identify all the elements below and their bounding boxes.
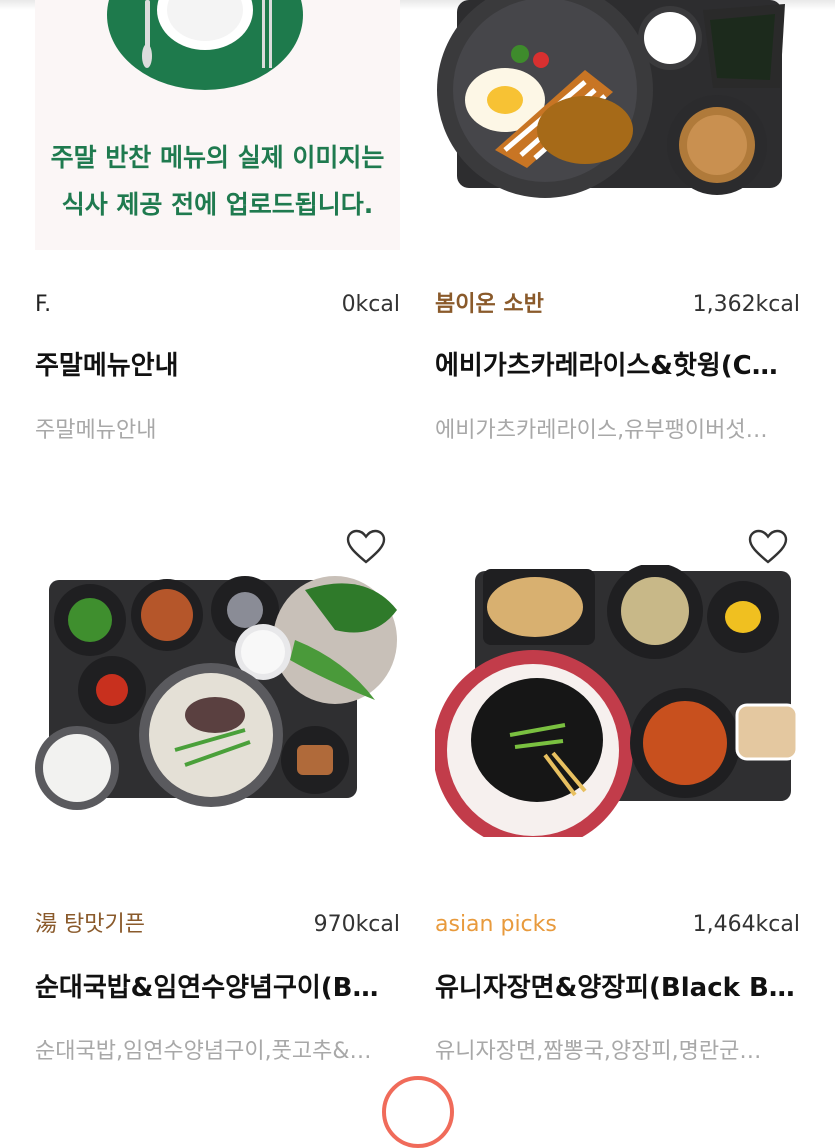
kcal-label: 1,362kcal [692, 292, 800, 317]
menu-description: 에비가츠카레라이스,유부팽이버섯… [435, 418, 768, 443]
menu-title[interactable]: 에비가츠카레라이스&핫윙(C… [435, 345, 800, 382]
food-photo [435, 565, 800, 837]
brand-logo: 봄이온 소반 [435, 292, 544, 317]
kcal-label: 1,464kcal [692, 912, 800, 937]
heart-outline-icon[interactable] [748, 529, 788, 565]
kcal-label: 0kcal [341, 292, 400, 317]
heart-outline-icon[interactable] [346, 529, 386, 565]
kcal-label: 970kcal [313, 912, 400, 937]
menu-description: 유니자장면,짬뽕국,양장피,명란군… [435, 1039, 762, 1064]
menu-meta: 湯 탕맛기픈 970kcal [35, 908, 400, 942]
menu-meta: asian picks 1,464kcal [435, 908, 800, 942]
menu-meta: F. 0kcal [35, 288, 400, 322]
menu-description: 순대국밥,임연수양념구이,풋고추&… [35, 1039, 372, 1064]
food-photo [435, 0, 800, 200]
menu-title[interactable]: 유니자장면&양장피(Black B… [435, 967, 800, 1004]
jajang-tray-illustration [435, 565, 799, 837]
menu-title[interactable]: 순대국밥&임연수양념구이(B… [35, 967, 400, 1004]
menu-description: 주말메뉴안내 [35, 418, 157, 443]
menu-meta: 봄이온 소반 1,362kcal [435, 288, 800, 322]
brand-label: F. [35, 292, 52, 317]
gukbap-tray-illustration [35, 576, 397, 810]
food-photo [35, 570, 400, 830]
notice-line-1: 주말 반찬 메뉴의 실제 이미지는 [50, 143, 385, 172]
curry-tray-illustration [437, 0, 785, 198]
weekend-notice-image: 주말 반찬 메뉴의 실제 이미지는 식사 제공 전에 업로드됩니다. [35, 0, 400, 250]
brand-logo: 湯 탕맛기픈 [35, 912, 145, 937]
notice-line-2: 식사 제공 전에 업로드됩니다. [61, 190, 374, 219]
brand-logo: asian picks [435, 912, 557, 937]
menu-title[interactable]: 주말메뉴안내 [35, 345, 400, 382]
floating-action-button[interactable] [382, 1076, 454, 1148]
